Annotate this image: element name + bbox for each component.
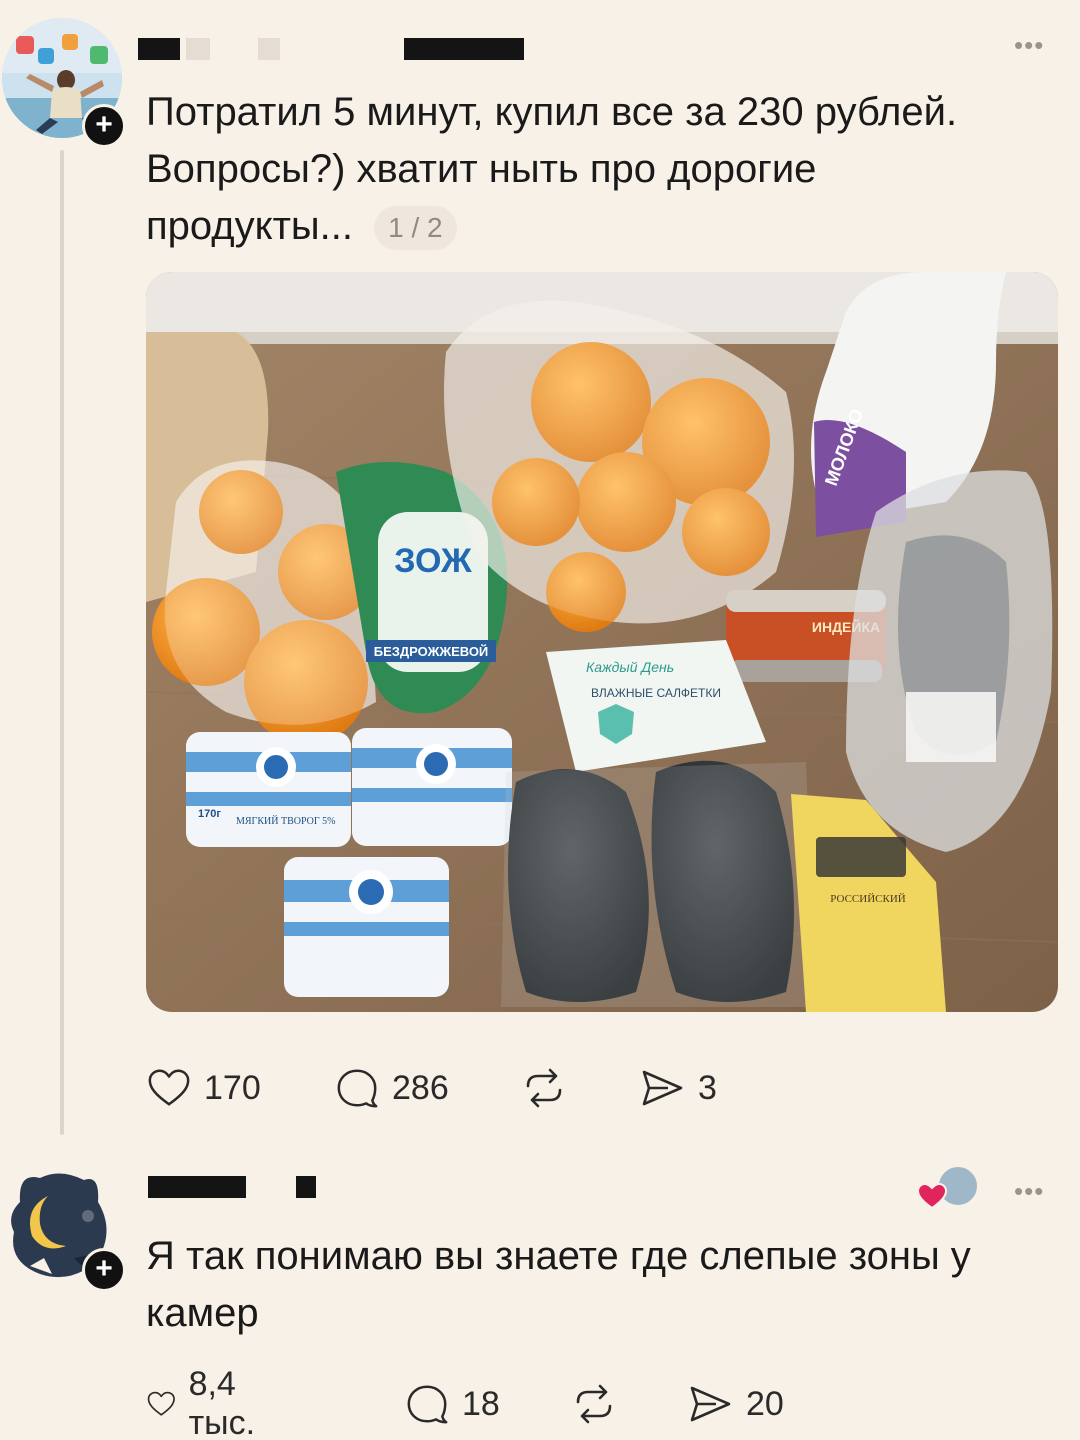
like-button[interactable]: 8,4 тыс.	[146, 1365, 270, 1440]
cheese-label: РОССИЙСКИЙ	[830, 893, 906, 905]
post-photo[interactable]: ЗОЖ БЕЗДРОЖЖЕВОЙ МОЛОКО ИНДЕЙКА Каждый Д…	[146, 272, 1058, 1012]
heart-icon	[147, 1391, 175, 1416]
comment-icon	[337, 1069, 378, 1108]
heart-icon	[148, 1069, 190, 1106]
thread-line	[60, 150, 64, 1135]
repost-button[interactable]	[520, 1060, 580, 1116]
reply: + ••• Я так понимаю вы знаете где слепые…	[0, 1140, 1080, 1440]
comment-count: 286	[392, 1068, 449, 1107]
repost-icon	[576, 1384, 612, 1424]
cottage-weight-label: 170г	[198, 808, 221, 820]
image-page-counter: 1 / 2	[374, 206, 457, 251]
comment-icon	[407, 1385, 448, 1424]
reply-text: Я так понимаю вы знаете где слепые зоны …	[146, 1234, 971, 1335]
post-text: Потратил 5 минут, купил все за 230 рубле…	[146, 84, 1026, 255]
repost-icon	[526, 1068, 562, 1108]
redacted-username-part	[186, 38, 210, 60]
comment-button[interactable]: 18	[404, 1376, 500, 1432]
more-icon[interactable]: •••	[1014, 30, 1044, 61]
post: + ••• Потратил 5 минут, купил все за 230…	[0, 0, 1080, 1140]
post-body: Потратил 5 минут, купил все за 230 рубле…	[146, 90, 958, 248]
liked-by-author-badge[interactable]	[916, 1164, 982, 1214]
share-icon	[690, 1386, 731, 1422]
share-count: 20	[746, 1384, 784, 1423]
like-count: 8,4 тыс.	[188, 1365, 256, 1440]
wipes-label: ВЛАЖНЫЕ САЛФЕТКИ	[591, 686, 721, 700]
follow-plus-icon[interactable]: +	[82, 1248, 126, 1292]
redacted-username-part	[296, 1176, 316, 1198]
like-count: 170	[204, 1068, 261, 1107]
redacted-username	[148, 1176, 246, 1198]
comment-button[interactable]: 286	[334, 1060, 449, 1116]
redacted-username-part	[404, 38, 524, 60]
bread-sub-label: БЕЗДРОЖЖЕВОЙ	[374, 644, 489, 659]
share-button[interactable]: 20	[686, 1376, 784, 1432]
bread-brand-label: ЗОЖ	[394, 542, 472, 580]
cottage-cheese-label: МЯГКИЙ ТВОРОГ 5%	[236, 815, 335, 827]
comment-count: 18	[462, 1384, 500, 1423]
wipes-brand-label: Каждый День	[586, 659, 674, 675]
repost-button[interactable]	[570, 1376, 630, 1432]
thread-page: + ••• Потратил 5 минут, купил все за 230…	[0, 0, 1080, 1440]
redacted-username	[138, 38, 180, 60]
share-count: 3	[698, 1068, 717, 1107]
share-button[interactable]: 3	[638, 1060, 717, 1116]
follow-plus-icon[interactable]: +	[82, 104, 126, 148]
redacted-username-part	[258, 38, 280, 60]
more-icon[interactable]: •••	[1014, 1176, 1044, 1207]
share-icon	[642, 1070, 683, 1106]
like-button[interactable]: 170	[146, 1060, 261, 1116]
